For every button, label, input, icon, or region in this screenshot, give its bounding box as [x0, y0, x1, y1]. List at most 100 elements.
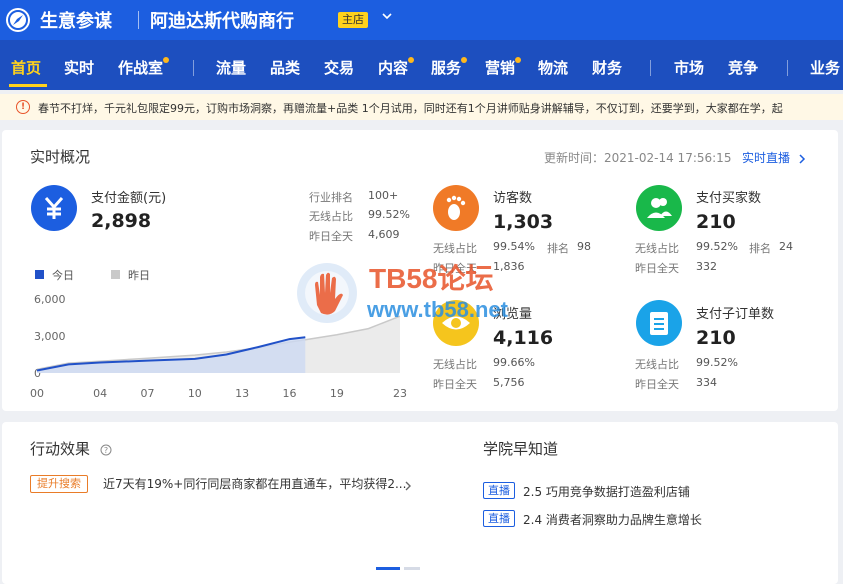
- visitors-rank-label: 排名: [547, 242, 569, 255]
- pageviews-yesterday-value: 5,756: [493, 376, 525, 389]
- nav-item-business[interactable]: 业务: [810, 40, 840, 90]
- clipboard-icon: [636, 300, 682, 346]
- x-tick-label: 23: [393, 387, 407, 400]
- visitors-value: 1,303: [493, 211, 554, 233]
- suborders-value: 210: [696, 327, 736, 349]
- buyers-rank-value: 24: [779, 240, 793, 253]
- y-tick-label: 6,000: [34, 293, 66, 306]
- legend-today: 今日: [52, 269, 74, 282]
- nav-dot-warroom: [163, 57, 169, 63]
- series-area-today: [37, 337, 306, 373]
- shop-name[interactable]: 阿迪达斯代购商行: [150, 7, 294, 33]
- actions-title: 行动效果: [30, 440, 91, 458]
- top-bar: 生意参谋 阿迪达斯代购商行 主店: [0, 0, 843, 40]
- x-tick-label: 10: [188, 387, 202, 400]
- pageviews-yesterday-label: 昨日全天: [433, 378, 477, 391]
- academy-item[interactable]: 2.4 消费者洞察助力品牌生意增长: [523, 511, 702, 528]
- eye-icon: [433, 300, 479, 346]
- carousel-dot[interactable]: [404, 567, 420, 570]
- header-divider: [138, 11, 139, 29]
- academy-live-tag: 直播: [483, 482, 515, 499]
- x-tick-label: 13: [235, 387, 249, 400]
- payment-label: 支付金额(元): [91, 191, 167, 206]
- actions-card: [2, 422, 838, 584]
- yesterday-label: 昨日全天: [309, 230, 353, 243]
- buyers-wireless-value: 99.52%: [696, 240, 738, 253]
- update-time: 更新时间：2021-02-14 17:56:15: [544, 151, 732, 165]
- users-icon: [636, 185, 682, 231]
- legend-today-swatch: [35, 270, 44, 279]
- wireless-value: 99.52%: [368, 208, 410, 221]
- x-tick-label: 04: [93, 387, 107, 400]
- nav-item-trade[interactable]: 交易: [324, 40, 354, 90]
- nav-item-home[interactable]: 首页: [11, 40, 41, 90]
- app-title[interactable]: 生意参谋: [40, 7, 112, 33]
- yesterday-value: 4,609: [368, 228, 400, 241]
- suborders-wireless-label: 无线占比: [635, 358, 679, 371]
- payment-value: 2,898: [91, 210, 152, 232]
- nav-active-indicator: [9, 84, 47, 87]
- pageviews-wireless-label: 无线占比: [433, 358, 477, 371]
- nav-item-service[interactable]: 服务: [431, 40, 461, 90]
- suborders-label: 支付子订单数: [696, 307, 775, 322]
- visitors-yesterday-value: 1,836: [493, 260, 525, 273]
- nav-separator: [787, 60, 788, 76]
- academy-title: 学院早知道: [483, 440, 559, 458]
- visitors-yesterday-label: 昨日全天: [433, 262, 477, 275]
- main-nav: 首页 实时 作战室 流量 品类 交易 内容 服务 营销 物流 财务 市场 竞争 …: [0, 40, 843, 90]
- visitors-rank-value: 98: [577, 240, 591, 253]
- action-tag[interactable]: 提升搜索: [30, 475, 88, 493]
- buyers-rank-label: 排名: [749, 242, 771, 255]
- live-link[interactable]: 实时直播: [742, 149, 790, 166]
- compass-icon[interactable]: [6, 8, 30, 32]
- pageviews-value: 4,116: [493, 327, 554, 349]
- suborders-wireless-value: 99.52%: [696, 356, 738, 369]
- nav-dot-service: [461, 57, 467, 63]
- x-tick-label: 00: [30, 387, 44, 400]
- notice-bar[interactable]: ! 春节不打烊，千元礼包限定99元，订购市场洞察，再赠流量+品类 1个月试用，同…: [0, 94, 843, 120]
- nav-item-market[interactable]: 市场: [674, 40, 704, 90]
- shop-badge: 主店: [338, 12, 368, 28]
- question-circle-icon[interactable]: ?: [100, 441, 112, 460]
- chevron-down-icon[interactable]: [381, 10, 393, 25]
- visitors-wireless-label: 无线占比: [433, 242, 477, 255]
- nav-item-marketing[interactable]: 营销: [485, 40, 515, 90]
- wireless-label: 无线占比: [309, 210, 353, 223]
- action-text[interactable]: 近7天有19%+同行同层商家都在用直通车，平均获得2...: [103, 475, 406, 492]
- nav-item-competition[interactable]: 竞争: [728, 40, 758, 90]
- info-icon: !: [16, 100, 30, 114]
- academy-live-tag: 直播: [483, 510, 515, 527]
- nav-separator: [650, 60, 651, 76]
- notice-text: 春节不打烊，千元礼包限定99元，订购市场洞察，再赠流量+品类 1个月试用，同时还…: [38, 102, 783, 115]
- trend-chart[interactable]: 03,0006,00000 04 07 10 13 16 19 23: [0, 285, 420, 405]
- suborders-yesterday-label: 昨日全天: [635, 378, 679, 391]
- pageviews-label: 浏览量: [493, 307, 533, 322]
- nav-item-content[interactable]: 内容: [378, 40, 408, 90]
- nav-item-warroom[interactable]: 作战室: [118, 40, 163, 90]
- suborders-yesterday-value: 334: [696, 376, 717, 389]
- chevron-right-icon[interactable]: [403, 477, 413, 496]
- carousel-dot-active[interactable]: [376, 567, 400, 570]
- pageviews-wireless-value: 99.66%: [493, 356, 535, 369]
- rank-label: 行业排名: [309, 191, 353, 204]
- nav-dot-marketing: [515, 57, 521, 63]
- buyers-wireless-label: 无线占比: [635, 242, 679, 255]
- nav-item-realtime[interactable]: 实时: [64, 40, 94, 90]
- buyers-yesterday-value: 332: [696, 260, 717, 273]
- nav-item-category[interactable]: 品类: [270, 40, 300, 90]
- chevron-right-icon[interactable]: [797, 150, 807, 169]
- buyers-yesterday-label: 昨日全天: [635, 262, 679, 275]
- nav-item-logistics[interactable]: 物流: [538, 40, 568, 90]
- legend-yesterday-swatch: [111, 270, 120, 279]
- y-tick-label: 3,000: [34, 330, 66, 343]
- yuan-icon: [31, 185, 77, 231]
- realtime-title: 实时概况: [30, 148, 91, 166]
- nav-item-finance[interactable]: 财务: [592, 40, 622, 90]
- nav-separator: [193, 60, 194, 76]
- academy-item[interactable]: 2.5 巧用竞争数据打造盈利店铺: [523, 483, 690, 500]
- legend-yesterday: 昨日: [128, 269, 150, 282]
- footprint-icon: [433, 185, 479, 231]
- buyers-label: 支付买家数: [696, 191, 762, 206]
- nav-item-traffic[interactable]: 流量: [216, 40, 246, 90]
- x-tick-label: 07: [140, 387, 154, 400]
